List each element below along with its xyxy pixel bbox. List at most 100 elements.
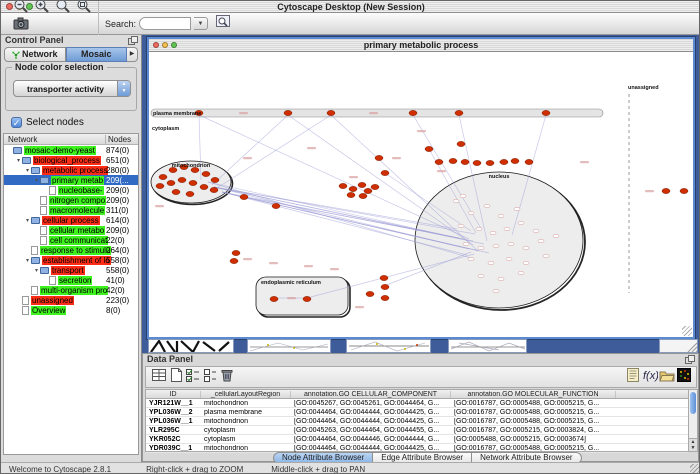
node[interactable]	[189, 180, 197, 185]
table-row[interactable]: YKR052Ccytoplasm[GO:0044464, GO:0044446,…	[146, 435, 688, 444]
zoom-fit-icon[interactable]	[54, 0, 71, 14]
node[interactable]	[500, 159, 508, 164]
nucleus-node[interactable]	[553, 234, 559, 238]
expand-arrow-icon[interactable]: ▾	[24, 167, 31, 174]
nucleus-node[interactable]	[506, 257, 512, 261]
nucleus-node[interactable]	[523, 261, 529, 265]
import-attributes-icon[interactable]	[658, 366, 675, 383]
tab-overflow-button[interactable]: ▶	[127, 47, 138, 62]
node[interactable]	[435, 159, 443, 164]
new-attribute-icon[interactable]	[167, 366, 184, 383]
show-table-icon[interactable]	[150, 366, 167, 383]
node[interactable]	[303, 296, 311, 301]
nucleus-region[interactable]	[415, 172, 583, 308]
node[interactable]	[327, 110, 335, 115]
node[interactable]	[167, 180, 175, 185]
attribute-report-icon[interactable]	[624, 366, 641, 383]
nucleus-node[interactable]	[484, 204, 490, 208]
function-builder-icon[interactable]: f(x)	[641, 366, 658, 383]
nucleus-node[interactable]	[504, 227, 510, 231]
tab-mosaic[interactable]: Mosaic	[66, 47, 128, 62]
search-input[interactable]	[139, 17, 191, 30]
window-titlebar[interactable]: Cytoscape Desktop (New Session)	[1, 1, 700, 13]
node[interactable]	[202, 171, 210, 176]
tree-row[interactable]: Overview8(0)	[4, 305, 138, 315]
tree-row[interactable]: ▾establishment of lo558(0)	[4, 255, 138, 265]
node[interactable]	[359, 193, 367, 198]
node[interactable]	[339, 183, 347, 188]
nucleus-node[interactable]	[508, 242, 514, 246]
node[interactable]	[347, 192, 355, 197]
node[interactable]	[409, 110, 417, 115]
tab-network[interactable]: Network	[4, 47, 66, 62]
table-column-header[interactable]: ID	[146, 391, 201, 398]
node-color-dropdown[interactable]: transporter activity ▲▼	[13, 80, 131, 97]
node[interactable]	[381, 170, 389, 175]
node[interactable]	[232, 250, 240, 255]
background-window-2[interactable]	[247, 339, 331, 353]
node[interactable]	[178, 177, 186, 182]
expand-arrow-icon[interactable]: ▾	[24, 217, 31, 224]
tree-row[interactable]: mosaic-demo-yeast874(0)	[4, 145, 138, 155]
nucleus-node[interactable]	[518, 221, 524, 225]
node[interactable]	[380, 275, 388, 280]
expand-arrow-icon[interactable]: ▾	[15, 157, 22, 164]
float-panel-icon[interactable]	[128, 36, 138, 45]
zoom-out-icon[interactable]	[12, 0, 29, 14]
table-column-header[interactable]: annotation.GO CELLULAR_COMPONENT	[291, 391, 451, 398]
node[interactable]	[457, 141, 465, 146]
node[interactable]	[240, 194, 248, 199]
tree-row[interactable]: nucleobase-209(0)	[4, 185, 138, 195]
unselect-attributes-icon[interactable]	[201, 366, 218, 383]
node[interactable]	[381, 284, 389, 289]
node[interactable]	[662, 188, 670, 193]
nucleus-node[interactable]	[518, 271, 524, 275]
node[interactable]	[375, 155, 383, 160]
nucleus-node[interactable]	[533, 229, 539, 233]
nucleus-node[interactable]	[498, 277, 504, 281]
tree-row[interactable]: nitrogen compo209(0)	[4, 195, 138, 205]
nucleus-node[interactable]	[478, 246, 484, 250]
node[interactable]	[172, 189, 180, 194]
network-view-titlebar[interactable]: primary metabolic process	[149, 39, 693, 52]
tree-row[interactable]: ▾cellular process614(0)	[4, 215, 138, 225]
table-row[interactable]: YPL036W__1mitochondrion[GO:0044464, GO:0…	[146, 417, 688, 426]
table-row[interactable]: YLR295Ccytoplasm[GO:0045263, GO:0044464,…	[146, 426, 688, 435]
node[interactable]	[486, 160, 494, 165]
nucleus-node[interactable]	[478, 274, 484, 278]
nucleus-node[interactable]	[488, 261, 494, 265]
node[interactable]	[371, 184, 379, 189]
nucleus-node[interactable]	[493, 244, 499, 248]
node[interactable]	[425, 146, 433, 151]
node[interactable]	[461, 159, 469, 164]
nucleus-node[interactable]	[468, 211, 474, 215]
select-attributes-icon[interactable]	[184, 366, 201, 383]
node[interactable]	[473, 160, 481, 165]
nucleus-node[interactable]	[498, 214, 504, 218]
node[interactable]	[358, 182, 366, 187]
tree-row[interactable]: cellular metabo209(0)	[4, 225, 138, 235]
node[interactable]	[272, 203, 280, 208]
node[interactable]	[230, 258, 238, 263]
table-column-header[interactable]: _cellularLayoutRegion	[201, 391, 291, 398]
nucleus-node[interactable]	[458, 224, 464, 228]
window-resize-grip[interactable]	[690, 464, 699, 473]
node[interactable]	[349, 186, 357, 191]
node[interactable]	[525, 159, 533, 164]
scrollbar-arrows[interactable]: ▲▼	[689, 438, 697, 451]
snapshot-icon[interactable]	[12, 15, 29, 32]
node[interactable]	[511, 158, 519, 163]
nucleus-node[interactable]	[463, 242, 469, 246]
attribute-matrix-icon[interactable]	[675, 366, 692, 383]
node[interactable]	[542, 110, 550, 115]
float-data-panel-icon[interactable]	[685, 355, 695, 364]
zoom-selected-icon[interactable]	[75, 0, 92, 14]
node[interactable]	[200, 184, 208, 189]
nucleus-node[interactable]	[538, 239, 544, 243]
node[interactable]	[270, 296, 278, 301]
network-view-window[interactable]: primary metabolic process plasma membran…	[147, 37, 695, 339]
tree-row[interactable]: macromolecule311(0)	[4, 205, 138, 215]
tree-row[interactable]: ▾transport558(0)	[4, 265, 138, 275]
nucleus-node[interactable]	[523, 246, 529, 250]
scrollbar-thumb[interactable]	[690, 392, 696, 414]
